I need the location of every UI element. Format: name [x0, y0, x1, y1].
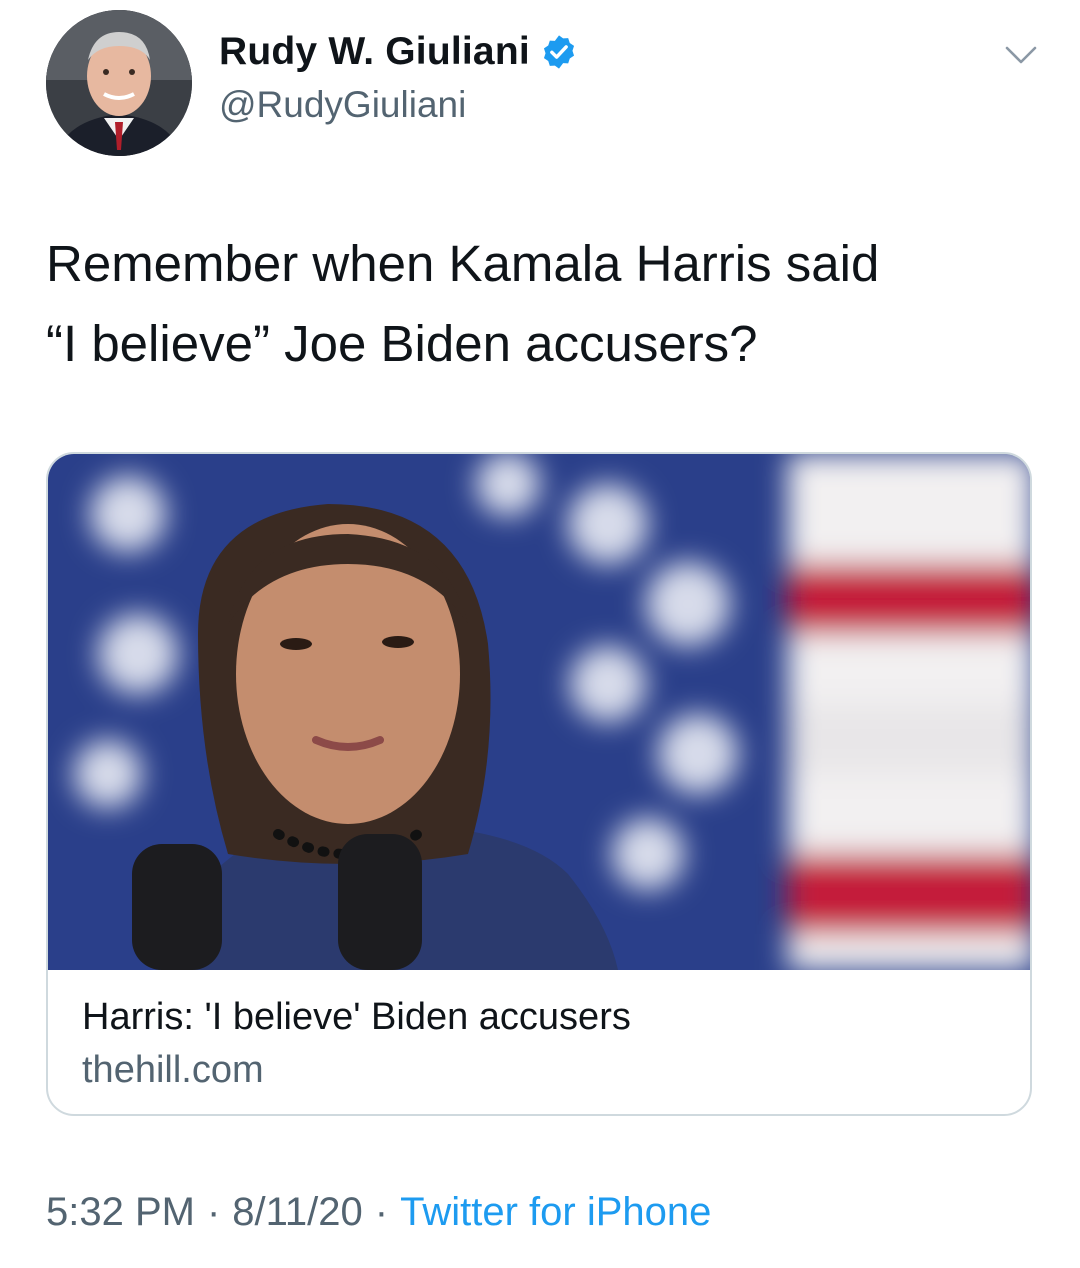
tweet-meta: 5:32 PM · 8/11/20 · Twitter for iPhone — [46, 1190, 711, 1235]
chevron-down-icon[interactable] — [1004, 44, 1038, 66]
author-name-row[interactable]: Rudy W. Giuliani — [219, 30, 578, 74]
author-handle[interactable]: @RudyGiuliani — [219, 84, 466, 126]
link-card-meta: Harris: 'I believe' Biden accusers thehi… — [82, 996, 631, 1092]
link-card-image — [48, 454, 1030, 970]
kamala-harris-photo — [48, 454, 1030, 970]
author-display-name[interactable]: Rudy W. Giuliani — [219, 30, 530, 74]
tweet-text: Remember when Kamala Harris said “I beli… — [46, 235, 880, 372]
tweet-source-link[interactable]: Twitter for iPhone — [400, 1190, 711, 1235]
tweet-time[interactable]: 5:32 PM — [46, 1190, 195, 1235]
link-card[interactable]: Harris: 'I believe' Biden accusers thehi… — [46, 452, 1032, 1116]
tweet-date[interactable]: 8/11/20 — [232, 1190, 363, 1235]
avatar[interactable] — [46, 10, 192, 156]
link-card-title: Harris: 'I believe' Biden accusers — [82, 996, 631, 1038]
meta-separator: · — [374, 1190, 389, 1234]
link-card-domain: thehill.com — [82, 1049, 264, 1091]
verified-badge-icon — [543, 35, 574, 69]
avatar-photo — [46, 10, 192, 156]
meta-separator: · — [206, 1190, 221, 1234]
